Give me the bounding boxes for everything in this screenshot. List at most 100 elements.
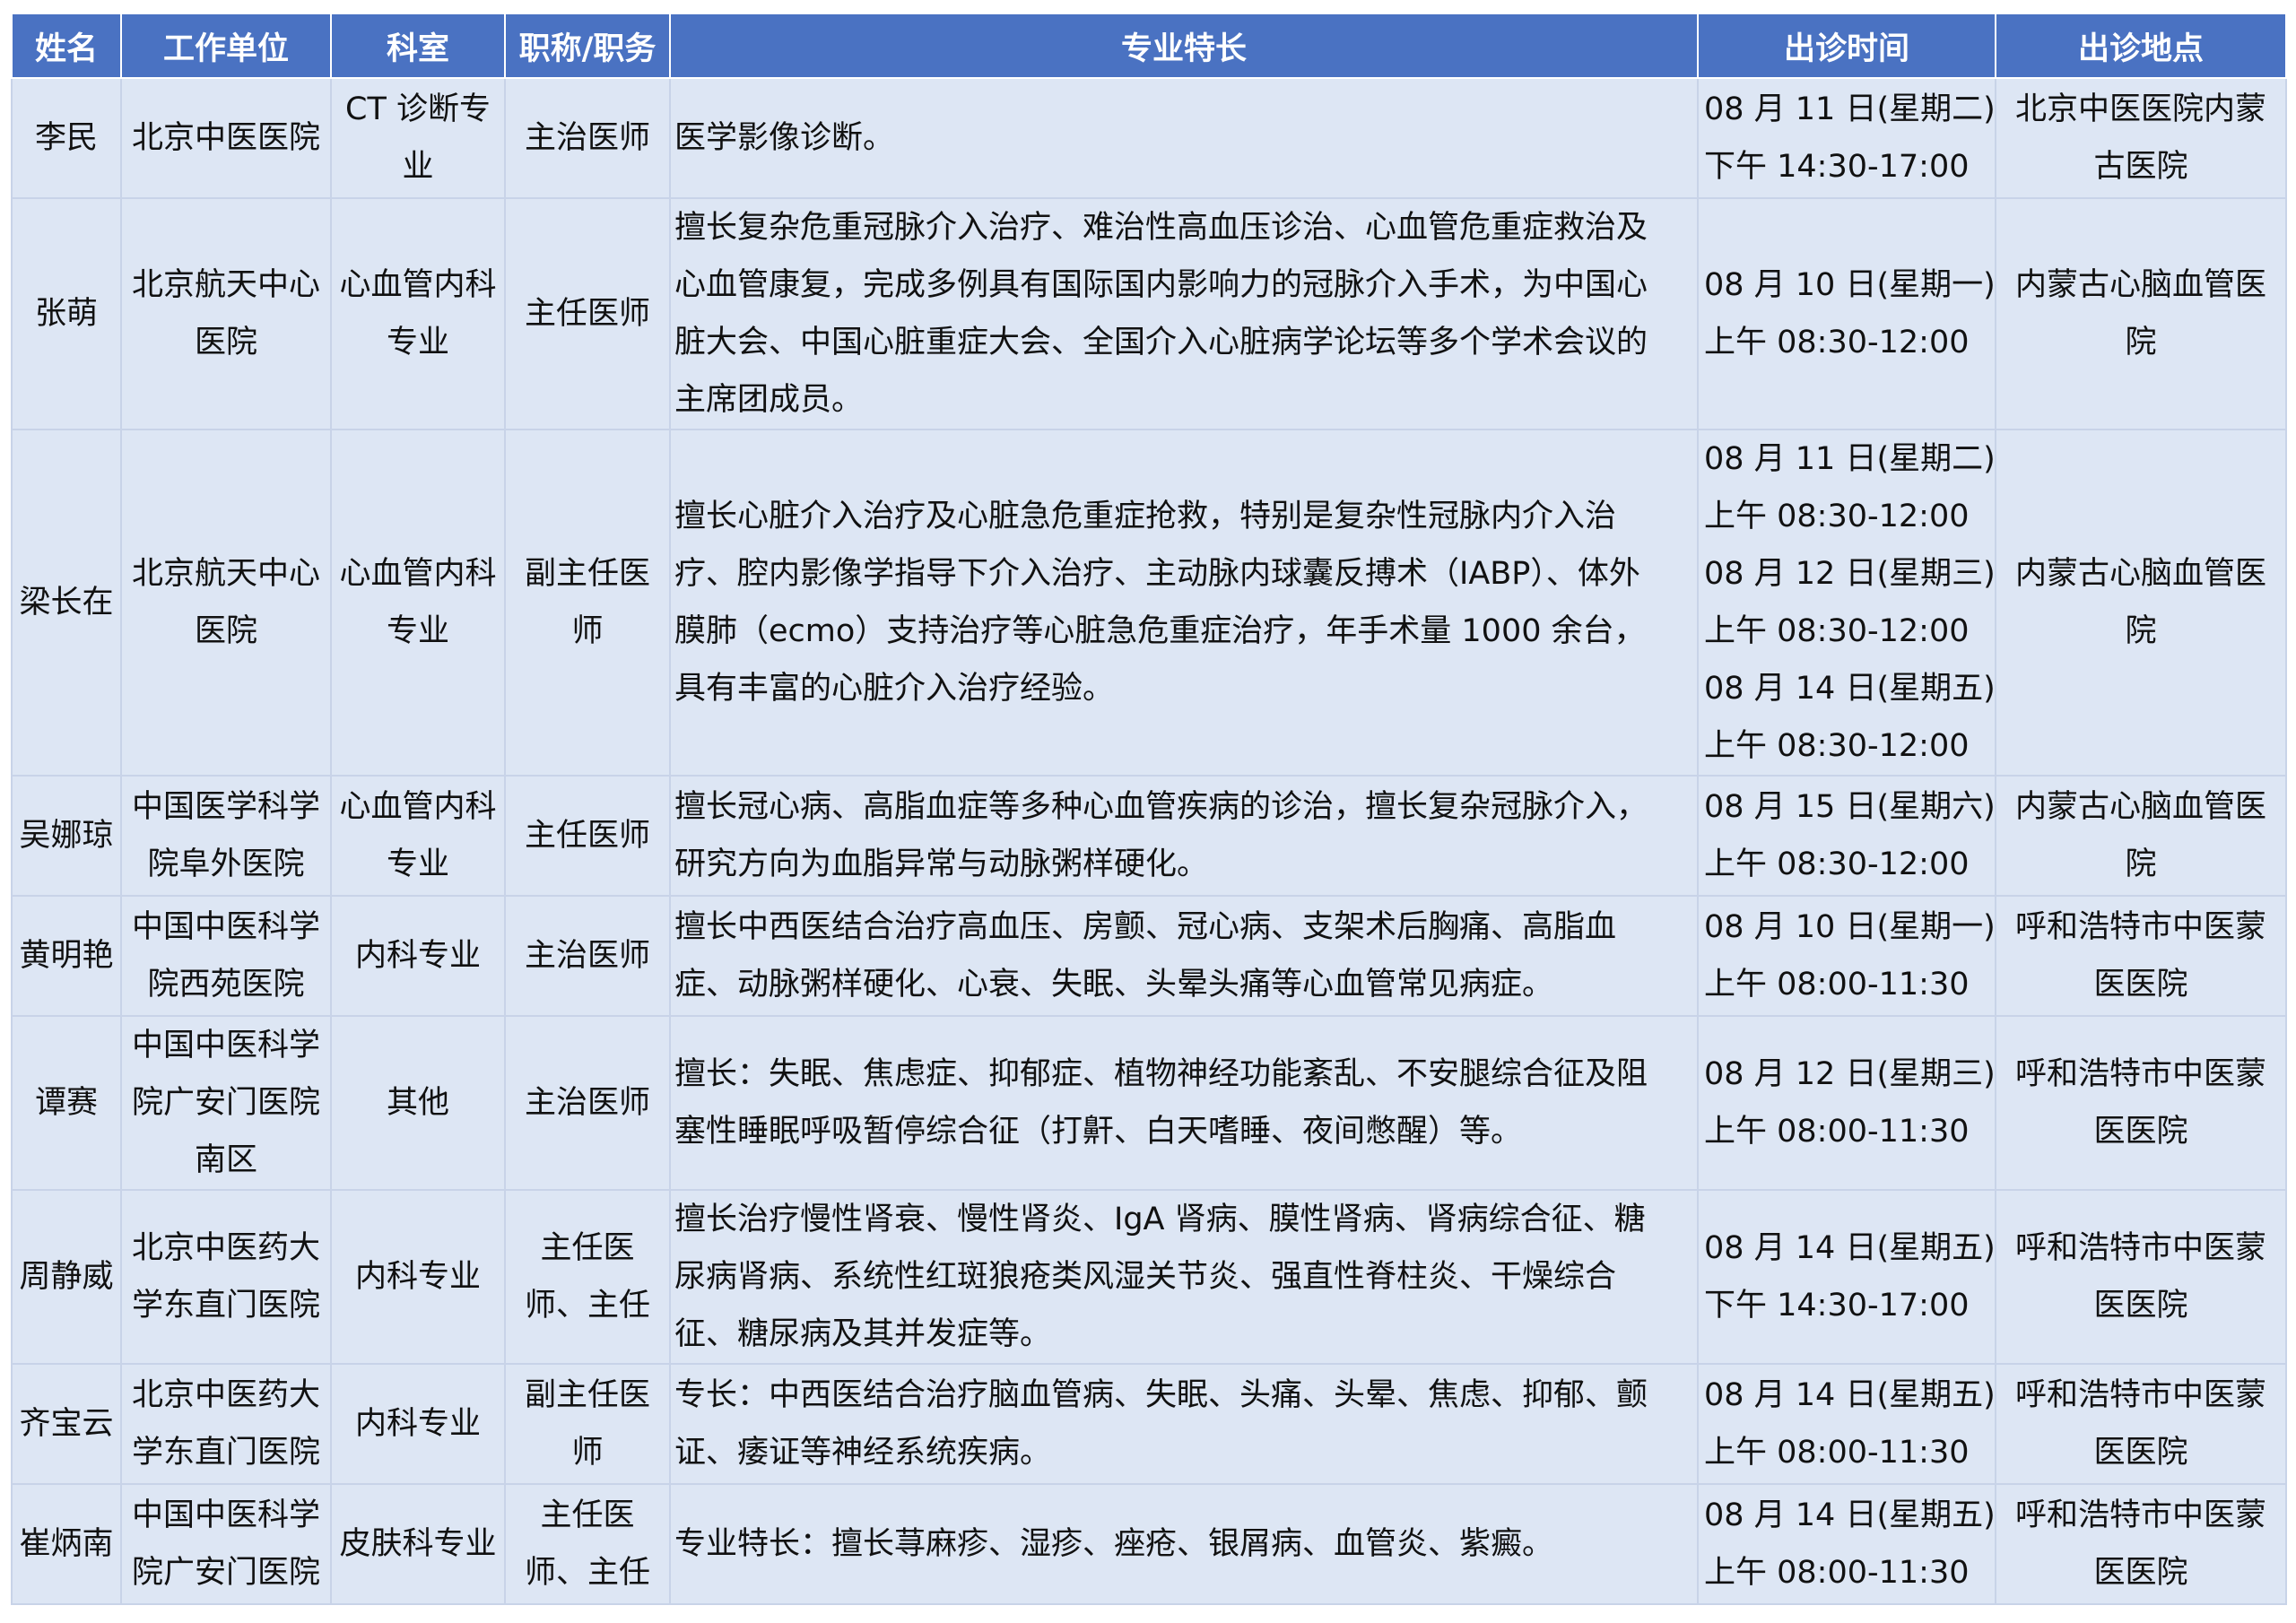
cell-dept: 心血管内科 专业 bbox=[330, 429, 506, 777]
cell-place-line: 院 bbox=[2125, 846, 2157, 882]
cell-time-line: 08 月 10 日(星期一) bbox=[1704, 909, 1996, 945]
cell-time-line: 上午 08:30-12:00 bbox=[1704, 499, 1970, 534]
cell-place: 北京中医医院内蒙 古医院 bbox=[1995, 77, 2287, 199]
cell-name-line: 李民 bbox=[34, 120, 98, 156]
cell-title: 主任医师 bbox=[504, 197, 671, 430]
cell-name: 谭赛 bbox=[11, 1015, 122, 1191]
cell-unit-line: 医院 bbox=[194, 613, 257, 649]
cell-specialty: 擅长复杂危重冠脉介入治疗、难治性高血压诊治、心血管危重症救治及 心血管康复，完成多… bbox=[669, 197, 1699, 430]
cell-place-line: 呼和浩特市中医蒙 bbox=[2014, 1230, 2266, 1266]
cell-time-line: 08 月 14 日(星期五) bbox=[1704, 1230, 1996, 1266]
cell-place-line: 医医院 bbox=[2093, 1435, 2188, 1471]
cell-unit-line: 中国中医科学 bbox=[131, 1497, 320, 1533]
cell-title: 主治医师 bbox=[504, 77, 671, 199]
cell-name: 黄明艳 bbox=[11, 895, 122, 1017]
cell-time-line: 上午 08:00-11:30 bbox=[1704, 1435, 1970, 1471]
cell-time-line: 08 月 10 日(星期一) bbox=[1704, 267, 1996, 303]
cell-title-line: 主治医师 bbox=[524, 120, 650, 156]
cell-time: 08 月 14 日(星期五) 上午 08:00-11:30 bbox=[1697, 1483, 1996, 1605]
table-row: 崔炳南 中国中医科学 院广安门医院 皮肤科专业 主任医师、主任 专业特长：擅长荨麻疹、湿疹… bbox=[11, 1483, 2287, 1605]
header-place: 出诊地点 bbox=[1995, 13, 2287, 79]
cell-time-line: 下午 14:30-17:00 bbox=[1704, 1288, 1970, 1324]
cell-unit-line: 北京航天中心 bbox=[131, 556, 320, 592]
cell-title-line: 师 bbox=[571, 613, 604, 649]
cell-unit-line: 院广安门医院 bbox=[131, 1085, 320, 1121]
cell-place-line: 医医院 bbox=[2093, 1114, 2188, 1150]
cell-unit-line: 北京中医药大 bbox=[131, 1230, 320, 1266]
cell-title-line: 副主任医 bbox=[524, 556, 650, 592]
cell-title-line: 副主任医 bbox=[524, 1377, 650, 1413]
cell-dept: 皮肤科专业 bbox=[330, 1483, 506, 1605]
header-name: 姓名 bbox=[11, 13, 122, 79]
cell-specialty: 擅长：失眠、焦虑症、抑郁症、植物神经功能紊乱、不安腿综合征及阻 塞性睡眠呼吸暂停综… bbox=[669, 1015, 1699, 1191]
cell-title: 主治医师 bbox=[504, 1015, 671, 1191]
doctor-schedule-sheet: 姓名 工作单位 科室 职称/职务 专业特长 出诊时间 出诊地点 李民 北京中医医院… bbox=[11, 13, 2287, 1605]
cell-place-line: 医医院 bbox=[2093, 967, 2188, 1002]
cell-unit: 北京中医药大 学东直门医院 bbox=[120, 1189, 332, 1365]
cell-dept: 内科专业 bbox=[330, 1363, 506, 1485]
table-row: 吴娜琼 中国医学科学 院阜外医院 心血管内科 专业 主任医师 擅长冠心病、高脂血症等多种心血… bbox=[11, 775, 2287, 897]
cell-title-line: 师 bbox=[571, 1435, 604, 1471]
cell-time-line: 上午 08:30-12:00 bbox=[1704, 613, 1970, 649]
cell-dept-line: 专业 bbox=[386, 613, 449, 649]
cell-time-line: 08 月 14 日(星期五) bbox=[1704, 1497, 1996, 1533]
cell-name: 周静威 bbox=[11, 1189, 122, 1365]
cell-dept: 内科专业 bbox=[330, 895, 506, 1017]
cell-dept-line: 皮肤科专业 bbox=[339, 1526, 497, 1562]
cell-unit-line: 学东直门医院 bbox=[131, 1435, 320, 1471]
cell-unit-line: 院阜外医院 bbox=[147, 846, 305, 882]
cell-specialty: 医学影像诊断。 bbox=[669, 77, 1699, 199]
table-row: 黄明艳 中国中医科学 院西苑医院 内科专业 主治医师 擅长中西医结合治疗高血压、房颤、冠心… bbox=[11, 895, 2287, 1017]
cell-place: 呼和浩特市中医蒙 医医院 bbox=[1995, 1483, 2287, 1605]
cell-dept-line: 内科专业 bbox=[354, 1406, 481, 1442]
cell-title: 主治医师 bbox=[504, 895, 671, 1017]
cell-unit: 中国中医科学 院广安门医院 bbox=[120, 1483, 332, 1605]
cell-name-line: 崔炳南 bbox=[19, 1526, 114, 1562]
cell-name: 张萌 bbox=[11, 197, 122, 430]
cell-place-line: 呼和浩特市中医蒙 bbox=[2014, 909, 2266, 945]
cell-time: 08 月 15 日(星期六) 上午 08:30-12:00 bbox=[1697, 775, 1996, 897]
cell-specialty: 擅长治疗慢性肾衰、慢性肾炎、IgA 肾病、膜性肾病、肾病综合征、糖 尿病肾病、系统… bbox=[669, 1189, 1699, 1365]
cell-dept-line: CT 诊断专 bbox=[345, 91, 491, 127]
cell-specialty: 擅长中西医结合治疗高血压、房颤、冠心病、支架术后胸痛、高脂血 症、动脉粥样硬化、心… bbox=[669, 895, 1699, 1017]
cell-unit: 北京航天中心 医院 bbox=[120, 429, 332, 777]
cell-name: 崔炳南 bbox=[11, 1483, 122, 1605]
cell-dept-line: 内科专业 bbox=[354, 1259, 481, 1295]
cell-time-line: 上午 08:00-11:30 bbox=[1704, 1114, 1970, 1150]
cell-time-line: 08 月 12 日(星期三) bbox=[1704, 1056, 1996, 1092]
cell-time-line: 08 月 14 日(星期五) bbox=[1704, 1377, 1996, 1413]
cell-unit-line: 中国中医科学 bbox=[131, 909, 320, 945]
cell-place-line: 院 bbox=[2125, 613, 2157, 649]
cell-place-line: 医医院 bbox=[2093, 1288, 2188, 1324]
cell-title-line: 师、主任 bbox=[524, 1288, 650, 1324]
cell-dept-line: 专业 bbox=[386, 325, 449, 360]
cell-unit-line: 南区 bbox=[194, 1142, 257, 1178]
cell-specialty-line: 擅长中西医结合治疗高血压、房颤、冠心病、支架术后胸痛、高脂血 bbox=[674, 909, 1617, 945]
cell-time-line: 08 月 14 日(星期五) bbox=[1704, 671, 1996, 707]
cell-title-line: 主任医 bbox=[540, 1497, 635, 1533]
cell-title-line: 师、主任 bbox=[524, 1555, 650, 1591]
cell-title: 副主任医师 bbox=[504, 1363, 671, 1485]
cell-time-line: 上午 08:30-12:00 bbox=[1704, 728, 1970, 764]
cell-specialty-line: 擅长冠心病、高脂血症等多种心血管疾病的诊治，擅长复杂冠脉介入， bbox=[674, 789, 1648, 825]
cell-place: 内蒙古心脑血管医院 bbox=[1995, 429, 2287, 777]
table-row: 周静威 北京中医药大 学东直门医院 内科专业 主任医 师、主任 擅长治疗慢性肾衰、慢性肾炎、… bbox=[11, 1189, 2287, 1365]
cell-time-line: 上午 08:30-12:00 bbox=[1704, 325, 1970, 360]
table-row: 李民 北京中医医院 CT 诊断专业主治医师 医学影像诊断。 08 月 11 日(星期二)… bbox=[11, 77, 2287, 199]
cell-place: 内蒙古心脑血管医院 bbox=[1995, 197, 2287, 430]
cell-dept: 其他 bbox=[330, 1015, 506, 1191]
cell-time: 08 月 10 日(星期一) 上午 08:00-11:30 bbox=[1697, 895, 1996, 1017]
cell-unit: 中国中医科学 院广安门医院 南区 bbox=[120, 1015, 332, 1191]
cell-specialty: 专长：中西医结合治疗脑血管病、失眠、头痛、头晕、焦虑、抑郁、颤 证、痿证等神经系统… bbox=[669, 1363, 1699, 1485]
cell-dept: 心血管内科 专业 bbox=[330, 197, 506, 430]
cell-specialty-line: 脏大会、中国心脏重症大会、全国介入心脏病学论坛等多个学术会议的 bbox=[674, 325, 1648, 360]
cell-unit-line: 北京中医医院 bbox=[131, 120, 320, 156]
table-row: 谭赛 中国中医科学 院广安门医院 南区 其他 主治医师 擅长：失眠、焦虑症、抑郁症、植物神经… bbox=[11, 1015, 2287, 1191]
cell-unit-line: 中国医学科学 bbox=[131, 789, 320, 825]
cell-place-line: 内蒙古心脑血管医 bbox=[2014, 556, 2266, 592]
cell-dept-line: 专业 bbox=[386, 846, 449, 882]
cell-specialty-line: 主席团成员。 bbox=[674, 382, 864, 418]
table-row: 张萌 北京航天中心 医院 心血管内科 专业 主任医师 擅长复杂危重冠脉介入治疗、难治性高血压… bbox=[11, 197, 2287, 430]
cell-specialty: 专业特长：擅长荨麻疹、湿疹、痤疮、银屑病、血管炎、紫癜。 bbox=[669, 1483, 1699, 1605]
cell-time-line: 08 月 11 日(星期二) bbox=[1704, 91, 1996, 127]
